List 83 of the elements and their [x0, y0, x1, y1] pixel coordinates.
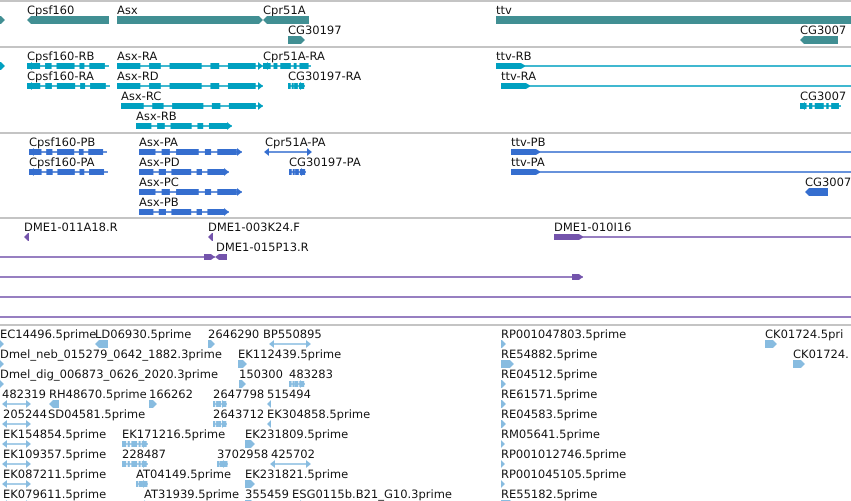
feature-label: Cpsf160	[27, 3, 74, 17]
feature-label: Cpsf160-RA	[27, 69, 94, 83]
feature-label: EK171216.5prime	[122, 427, 226, 441]
feature-label: ttv-PB	[511, 135, 546, 149]
feature-label: 2646290	[208, 327, 260, 341]
feature-label: Asx-RB	[136, 109, 177, 123]
feature-label: EK112439.5prime	[238, 347, 342, 361]
feature-label: CG3007	[800, 23, 846, 37]
feature-label: 482319	[2, 387, 46, 401]
feature-label: ttv-PA	[511, 155, 545, 169]
feature-label: ttv-RB	[496, 49, 532, 63]
feature-label: Cpr51A-PA	[265, 135, 326, 149]
feature-label: CG3007	[800, 89, 846, 103]
feature-label: RP001012746.5prime	[501, 447, 626, 461]
feature-label: AT31939.5prime	[144, 487, 240, 501]
feature-label: 3702958	[217, 447, 268, 461]
feature-label: DME1-010I16	[554, 220, 632, 234]
feature-label: Dmel_neb_015279_0642_1882.3prime	[0, 347, 222, 361]
feature-label: 483283	[289, 367, 333, 381]
feature-label: EK154854.5prime	[3, 427, 106, 441]
feature-label: Asx	[117, 3, 138, 17]
feature-label: 166262	[149, 387, 193, 401]
feature-label: CG30197	[288, 23, 342, 37]
feature-label: DME1-003K24.F	[208, 220, 300, 234]
feature-glyph	[3, 440, 30, 448]
feature-label: Asx-PC	[139, 175, 179, 189]
feature-glyph	[3, 400, 30, 408]
feature-label: Asx-RC	[121, 89, 162, 103]
feature-label: ttv	[496, 3, 512, 17]
feature-label: Cpsf160-RB	[27, 49, 94, 63]
feature-label: Asx-PA	[139, 135, 178, 149]
feature-label: CG30197-RA	[288, 69, 362, 83]
feature-label: RH48670.5prime	[49, 387, 147, 401]
feature-label: Cpsf160-PA	[29, 155, 95, 169]
feature-label: SD04581.5prime	[48, 407, 146, 421]
feature-label: EK304858.5prime	[267, 407, 370, 421]
feature-label: Cpsf160-PB	[29, 135, 96, 149]
feature-label: RE04583.5prime	[501, 407, 598, 421]
feature-label: EK231809.5prime	[245, 427, 348, 441]
feature-label: Cpr51A-RA	[263, 49, 325, 63]
feature-label: EC14496.5prime	[0, 327, 96, 341]
feature-label: 205244	[3, 407, 47, 421]
feature-label: 150300	[239, 367, 283, 381]
feature-label: Asx-RD	[117, 69, 159, 83]
feature-label: EK109357.5prime	[3, 447, 106, 461]
feature-label: RE54882.5prime	[501, 347, 598, 361]
feature-label: Asx-PD	[139, 155, 180, 169]
feature-glyph	[3, 420, 30, 428]
feature-label: RE04512.5prime	[501, 367, 598, 381]
feature-label: EK231821.5prime	[245, 467, 348, 481]
feature-label: RP001045105.5prime	[501, 467, 626, 481]
feature-label: CK01724.5pri	[765, 327, 844, 341]
feature-label: RE55182.5prime	[501, 487, 598, 501]
feature-label: EK079611.5prime	[3, 487, 106, 501]
feature-label: DME1-011A18.R	[24, 220, 118, 234]
feature-label: EK087211.5prime	[3, 467, 106, 481]
feature-label: BP550895	[263, 327, 322, 341]
feature-label: 355459	[245, 487, 289, 501]
feature-label: RM05641.5prime	[501, 427, 600, 441]
feature-label: ESG0115b.B21_G10.3prime	[292, 487, 452, 501]
feature-label: DME1-015P13.R	[216, 240, 309, 254]
feature-label: AT04149.5prime	[136, 467, 232, 481]
feature-label: Cpr51A	[263, 3, 306, 17]
feature-label: CG30197-PA	[289, 155, 361, 169]
feature-label: LD06930.5prime	[95, 327, 192, 341]
feature-label: Asx-PB	[139, 195, 179, 209]
feature-label: 2647798	[213, 387, 264, 401]
feature-label: RE61571.5prime	[501, 387, 598, 401]
feature-label: 425702	[271, 447, 315, 461]
feature-glyph	[3, 480, 30, 488]
feature-label: RP001047803.5prime	[501, 327, 626, 341]
feature-label: Dmel_dig_006873_0626_2020.3prime	[0, 367, 218, 381]
feature-label: CK01724.	[793, 347, 849, 361]
feature-glyph	[265, 148, 311, 156]
feature-label: Asx-RA	[117, 49, 158, 63]
feature-label: 2643712	[213, 407, 264, 421]
feature-label: 228487	[122, 447, 166, 461]
feature-glyph	[3, 460, 30, 468]
feature-label: CG3007	[805, 175, 851, 189]
feature-glyph	[270, 340, 310, 348]
feature-label: ttv-RA	[501, 69, 536, 83]
feature-glyph	[271, 460, 310, 468]
feature-label: 515494	[267, 387, 311, 401]
